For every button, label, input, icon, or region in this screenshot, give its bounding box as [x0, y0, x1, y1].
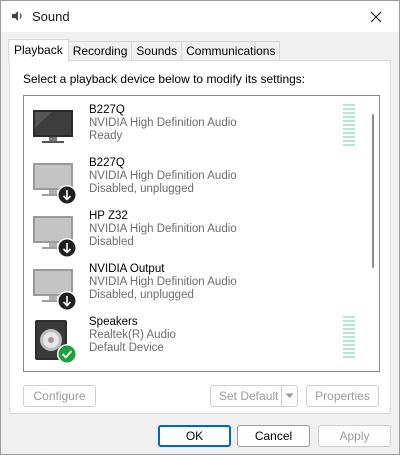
tab-sounds[interactable]: Sounds	[131, 41, 183, 62]
title-bar: Sound	[1, 1, 399, 32]
device-name: B227Q	[89, 104, 125, 116]
tab-communications[interactable]: Communications	[181, 41, 281, 62]
device-status: Disabled, unplugged	[89, 289, 194, 301]
window-title: Sound	[32, 9, 70, 24]
cancel-button[interactable]: Cancel	[237, 425, 310, 447]
set-default-label: Set Default	[219, 389, 279, 403]
cancel-label: Cancel	[254, 429, 293, 443]
device-driver: Realtek(R) Audio	[89, 329, 176, 341]
scrollbar-thumb[interactable]	[372, 114, 374, 268]
sound-dialog: Sound Playback Recording Sounds Communic…	[0, 0, 400, 455]
device-name: B227Q	[89, 157, 125, 169]
apply-button[interactable]: Apply	[318, 425, 391, 447]
close-icon	[370, 11, 382, 22]
device-driver: NVIDIA High Definition Audio	[89, 223, 237, 235]
list-item[interactable]: B227Q NVIDIA High Definition Audio Ready	[24, 100, 369, 152]
chevron-down-icon	[285, 393, 294, 398]
monitor-disabled-icon	[33, 269, 77, 311]
level-meter	[343, 104, 355, 148]
device-name: HP Z32	[89, 210, 128, 222]
tab-strip: Playback Recording Sounds Communications	[8, 39, 281, 62]
list-item[interactable]: NVIDIA Output NVIDIA High Definition Aud…	[24, 259, 369, 311]
configure-label: Configure	[33, 389, 86, 403]
level-meter	[343, 316, 355, 360]
properties-label: Properties	[315, 389, 370, 403]
monitor-disabled-icon	[33, 216, 77, 258]
tab-playback[interactable]: Playback	[8, 39, 69, 62]
tab-recording[interactable]: Recording	[67, 41, 133, 62]
device-list[interactable]: B227Q NVIDIA High Definition Audio Ready…	[23, 95, 380, 372]
monitor-icon	[33, 110, 73, 143]
speaker-default-icon	[35, 320, 77, 364]
device-driver: NVIDIA High Definition Audio	[89, 276, 237, 288]
scrollbar[interactable]	[367, 96, 379, 371]
device-driver: NVIDIA High Definition Audio	[89, 117, 237, 129]
list-item[interactable]: HP Z32 NVIDIA High Definition Audio Disa…	[24, 206, 369, 258]
device-status: Ready	[89, 130, 123, 142]
close-button[interactable]	[353, 1, 399, 32]
device-status: Disabled, unplugged	[89, 183, 194, 195]
device-name: NVIDIA Output	[89, 263, 165, 275]
speaker-title-icon	[12, 11, 22, 21]
properties-button[interactable]: Properties	[306, 385, 379, 407]
ok-label: OK	[185, 429, 204, 443]
configure-button[interactable]: Configure	[23, 385, 96, 407]
instruction-text: Select a playback device below to modify…	[23, 72, 306, 86]
apply-label: Apply	[339, 429, 370, 443]
device-driver: NVIDIA High Definition Audio	[89, 170, 237, 182]
device-status: Default Device	[89, 342, 164, 354]
list-item[interactable]: B227Q NVIDIA High Definition Audio Disab…	[24, 153, 369, 205]
set-default-dropdown[interactable]	[281, 386, 297, 406]
monitor-disabled-icon	[33, 163, 77, 205]
device-name: Speakers	[89, 316, 138, 328]
set-default-button[interactable]: Set Default	[210, 385, 298, 407]
list-item[interactable]: Speakers Realtek(R) Audio Default Device	[24, 312, 369, 364]
ok-button[interactable]: OK	[158, 425, 231, 447]
device-status: Disabled	[89, 236, 134, 248]
